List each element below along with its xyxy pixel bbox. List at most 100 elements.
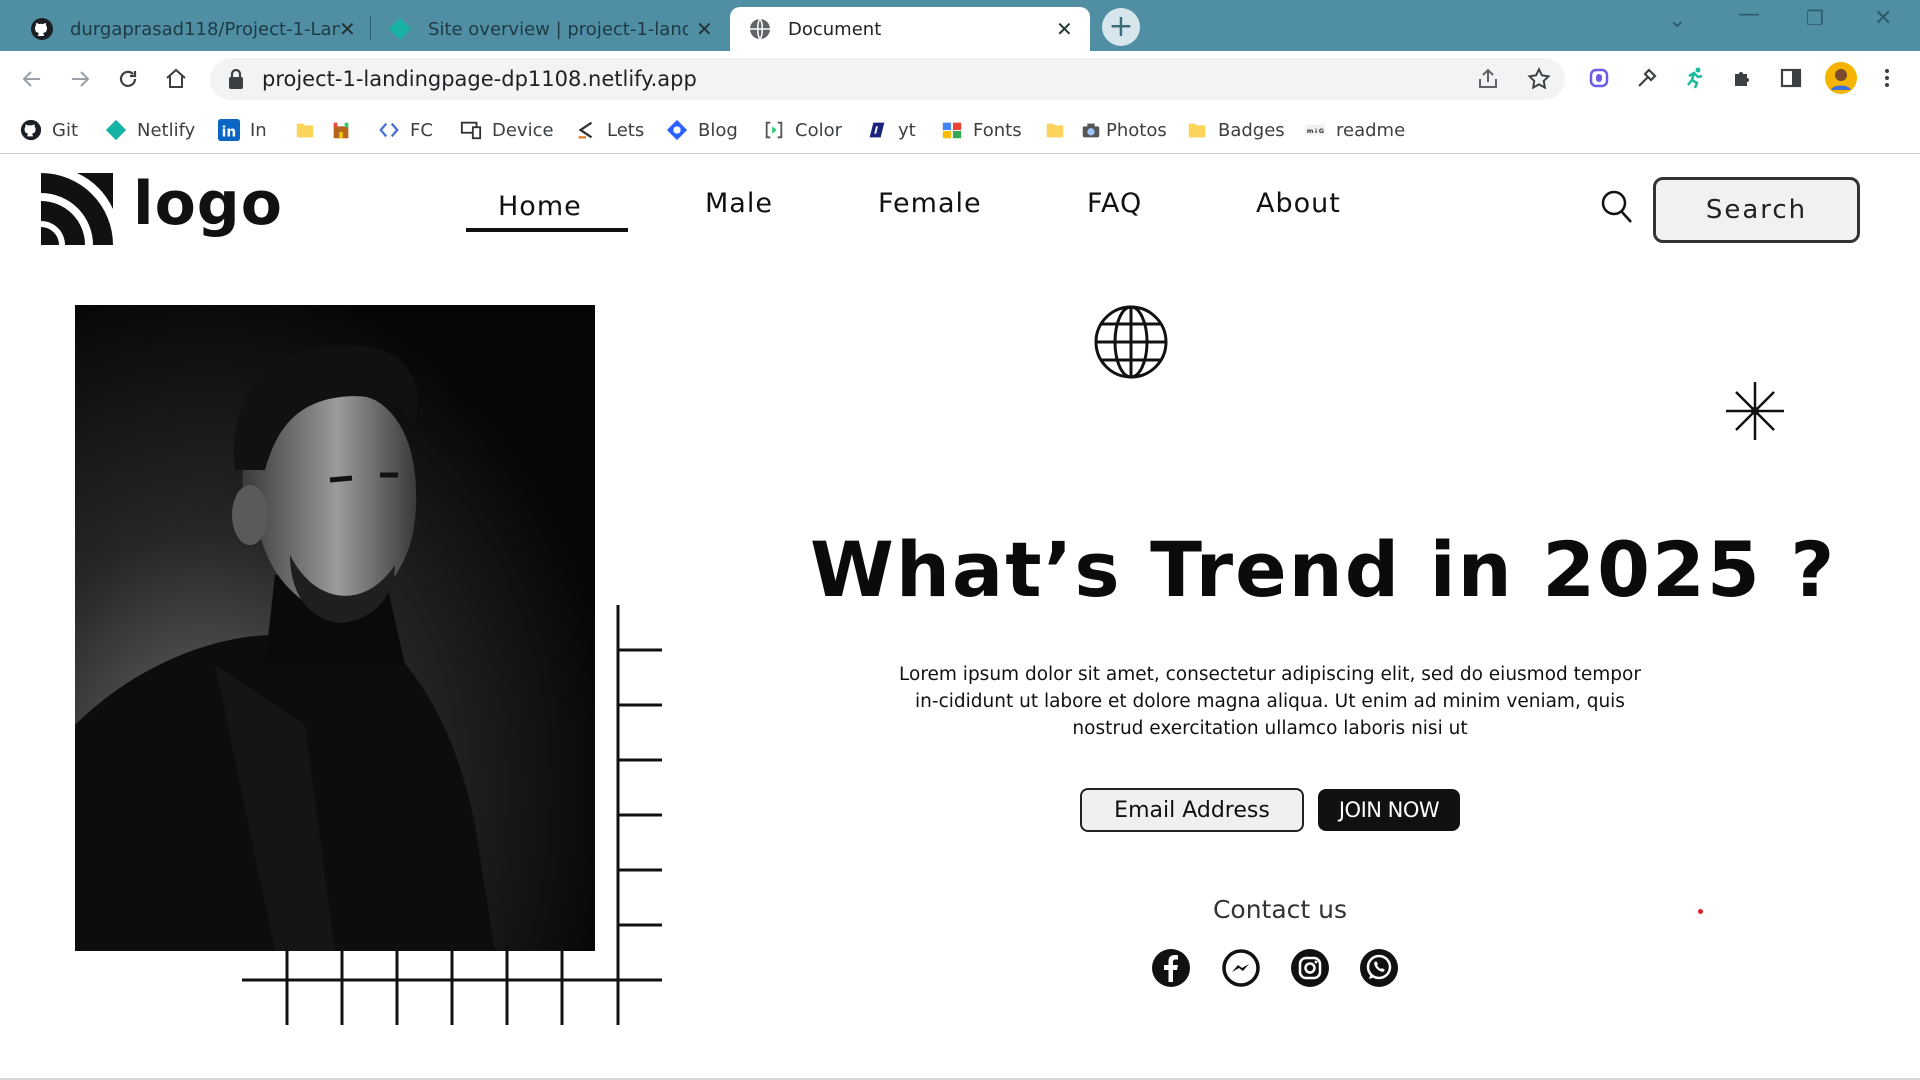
tab-document[interactable]: Document ✕ bbox=[730, 7, 1090, 51]
tab-divider bbox=[370, 16, 371, 40]
bookmark-fonts[interactable]: Fonts bbox=[941, 116, 1022, 144]
address-bar-row: project-1-landingpage-dp1108.netlify.app bbox=[0, 51, 1920, 106]
tab-title: Document bbox=[788, 18, 882, 40]
blog-icon bbox=[666, 119, 688, 141]
decorative-dot bbox=[1698, 909, 1703, 914]
bookmark-label: Device bbox=[492, 119, 554, 141]
tab-title: durgaprasad118/Project-1-Landi bbox=[70, 18, 340, 40]
eyedropper-icon[interactable] bbox=[1632, 63, 1662, 93]
tab-strip: durgaprasad118/Project-1-Landi ✕ Site ov… bbox=[0, 0, 1920, 51]
bookmark-label: yt bbox=[898, 119, 916, 141]
bookmarks-bar: Git Netlify in In FC Device Lets Blog Co… bbox=[0, 106, 1920, 154]
star-icon[interactable] bbox=[1526, 66, 1552, 96]
nav-female[interactable]: Female bbox=[878, 188, 982, 219]
netlify-icon bbox=[105, 119, 127, 141]
forward-button[interactable] bbox=[62, 61, 98, 97]
reload-icon bbox=[119, 70, 137, 87]
camera-icon bbox=[1080, 119, 1102, 141]
search-icon[interactable] bbox=[1600, 189, 1634, 229]
tab-netlify[interactable]: Site overview | project-1-landing ✕ bbox=[376, 7, 726, 51]
bookmark-blog[interactable]: Blog bbox=[666, 116, 738, 144]
tab-title: Site overview | project-1-landing bbox=[428, 18, 688, 40]
avatar[interactable] bbox=[1824, 61, 1858, 95]
bookmark-git[interactable]: Git bbox=[20, 116, 78, 144]
join-now-button[interactable]: JOIN NOW bbox=[1318, 789, 1460, 831]
close-icon[interactable]: ✕ bbox=[339, 17, 356, 41]
instagram-icon[interactable] bbox=[1290, 948, 1330, 988]
nav-about[interactable]: About bbox=[1256, 188, 1341, 219]
hero-description: Lorem ipsum dolor sit amet, consectetur … bbox=[899, 664, 1641, 739]
bookmark-photos[interactable]: Photos bbox=[1080, 116, 1167, 144]
logo[interactable]: logo bbox=[37, 169, 282, 249]
url-text[interactable]: project-1-landingpage-dp1108.netlify.app bbox=[262, 67, 697, 91]
bookmark-label: Badges bbox=[1218, 119, 1285, 141]
bookmark-label: Fonts bbox=[973, 119, 1022, 141]
tab-github[interactable]: durgaprasad118/Project-1-Landi ✕ bbox=[14, 7, 364, 51]
bookmark-castle[interactable] bbox=[330, 116, 362, 144]
linkedin-icon: in bbox=[218, 119, 240, 141]
yt-icon bbox=[866, 119, 888, 141]
reload-button[interactable] bbox=[110, 61, 146, 97]
close-icon[interactable]: ✕ bbox=[1056, 17, 1073, 41]
svg-text:m↓G: m↓G bbox=[1307, 127, 1324, 135]
nav-faq[interactable]: FAQ bbox=[1087, 188, 1142, 219]
castle-icon bbox=[330, 119, 352, 141]
bookmark-label: Color bbox=[795, 119, 842, 141]
folder-icon bbox=[1186, 119, 1208, 141]
grid-decoration bbox=[242, 605, 662, 1025]
bookmark-label: readme bbox=[1336, 119, 1406, 141]
bookmark-color[interactable]: Color bbox=[763, 116, 842, 144]
bookmark-folder[interactable] bbox=[1044, 116, 1076, 144]
sparkle-icon bbox=[1726, 382, 1784, 444]
bookmark-device[interactable]: Device bbox=[460, 116, 554, 144]
bookmark-label: Photos bbox=[1106, 119, 1167, 141]
fonts-icon bbox=[941, 119, 963, 141]
close-icon[interactable]: ✕ bbox=[696, 17, 713, 41]
bookmark-folder[interactable] bbox=[294, 116, 326, 144]
puzzle-icon[interactable] bbox=[1728, 63, 1758, 93]
extension-icon[interactable] bbox=[1584, 63, 1614, 93]
restore-icon[interactable]: ❐ bbox=[1806, 6, 1824, 30]
close-window-icon[interactable]: ✕ bbox=[1874, 6, 1892, 31]
bookmark-fc[interactable]: FC bbox=[378, 116, 433, 144]
bookmark-netlify[interactable]: Netlify bbox=[105, 116, 195, 144]
folder-icon bbox=[294, 119, 316, 141]
contact-heading: Contact us bbox=[1212, 895, 1348, 924]
nav-home[interactable]: Home bbox=[498, 191, 582, 222]
address-bar[interactable]: project-1-landingpage-dp1108.netlify.app bbox=[210, 58, 1565, 100]
lock-icon[interactable] bbox=[226, 68, 246, 94]
bookmark-in[interactable]: in In bbox=[218, 116, 267, 144]
bookmark-label: Blog bbox=[698, 119, 738, 141]
whatsapp-icon[interactable] bbox=[1359, 948, 1399, 988]
minimize-icon[interactable]: — bbox=[1738, 2, 1760, 27]
tab-search-icon[interactable]: ⌄ bbox=[1668, 8, 1686, 33]
menu-icon[interactable] bbox=[1872, 63, 1902, 93]
facebook-icon[interactable] bbox=[1151, 948, 1191, 988]
messenger-icon[interactable] bbox=[1221, 948, 1261, 988]
bookmark-yt[interactable]: yt bbox=[866, 116, 916, 144]
github-icon bbox=[30, 17, 54, 41]
bookmark-lets[interactable]: Lets bbox=[575, 116, 644, 144]
sidepanel-icon[interactable] bbox=[1776, 63, 1806, 93]
bookmark-label: Netlify bbox=[137, 119, 196, 141]
folder-icon bbox=[1044, 119, 1066, 141]
runner-icon[interactable] bbox=[1680, 63, 1710, 93]
home-button[interactable] bbox=[158, 61, 194, 97]
share-icon[interactable] bbox=[1476, 67, 1500, 95]
bookmark-badges[interactable]: Badges bbox=[1186, 116, 1285, 144]
logo-mark-icon bbox=[41, 173, 113, 245]
device-icon bbox=[460, 119, 482, 141]
hero-title: What’s Trend in 2025 ? bbox=[810, 525, 1837, 614]
landing-page: logo Home Male Female FAQ About Search W… bbox=[0, 155, 1920, 1080]
nav-male[interactable]: Male bbox=[705, 188, 773, 219]
back-button[interactable] bbox=[14, 61, 50, 97]
logo-text: logo bbox=[133, 169, 283, 239]
lets-icon bbox=[575, 119, 597, 141]
new-tab-button[interactable]: + bbox=[1102, 8, 1140, 46]
bookmark-readme[interactable]: m↓G readme bbox=[1304, 116, 1405, 144]
search-button[interactable]: Search bbox=[1653, 177, 1860, 243]
email-field[interactable]: Email Address bbox=[1080, 788, 1304, 832]
bookmark-label: Git bbox=[52, 119, 79, 141]
arrow-left-icon bbox=[22, 71, 40, 87]
bookmark-label: In bbox=[250, 119, 267, 141]
